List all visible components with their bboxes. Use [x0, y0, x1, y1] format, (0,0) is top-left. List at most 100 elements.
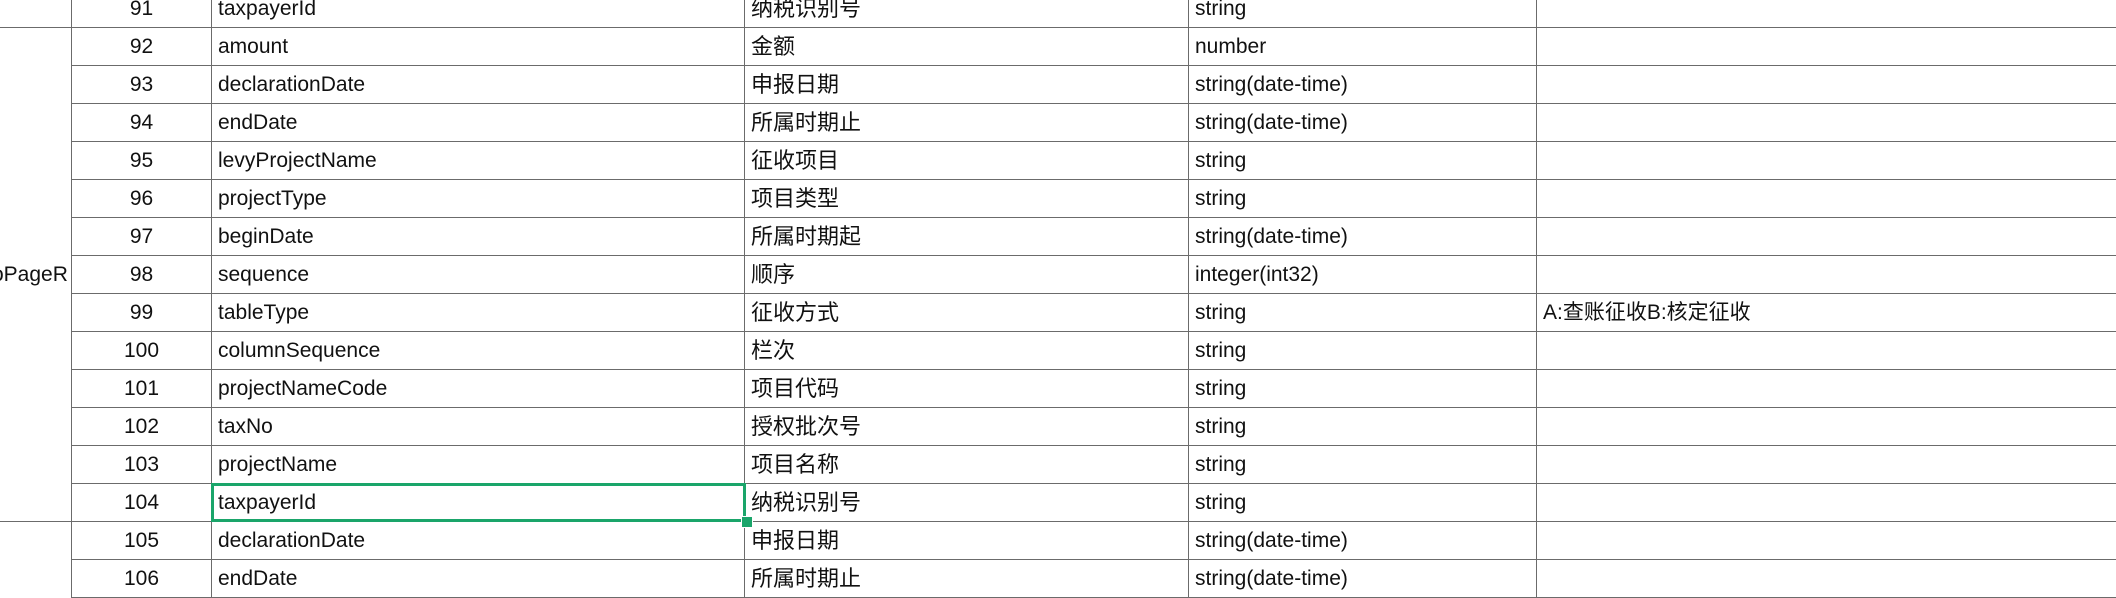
field-name-cell[interactable]: beginDate	[212, 218, 745, 256]
note-cell[interactable]	[1537, 218, 2116, 256]
row-number-cell[interactable]: 97	[72, 218, 212, 256]
row-number-cell[interactable]: 100	[72, 332, 212, 370]
note-cell[interactable]	[1537, 522, 2116, 560]
row-number-cell[interactable]: 104	[72, 484, 212, 522]
type-cell[interactable]: string	[1189, 370, 1537, 408]
row-number-cell[interactable]: 96	[72, 180, 212, 218]
note-cell[interactable]	[1537, 332, 2116, 370]
description-cell[interactable]: 项目类型	[745, 180, 1189, 218]
group-cell[interactable]	[0, 560, 72, 598]
row-number-cell[interactable]: 92	[72, 28, 212, 66]
description-cell[interactable]: 征收方式	[745, 294, 1189, 332]
field-name-cell[interactable]: endDate	[212, 560, 745, 598]
row-number-cell[interactable]: 99	[72, 294, 212, 332]
table-row: 101 projectNameCode 项目代码 string	[0, 370, 2116, 408]
type-cell[interactable]: number	[1189, 28, 1537, 66]
description-cell[interactable]: 纳税识别号	[745, 484, 1189, 522]
type-cell[interactable]: string(date-time)	[1189, 522, 1537, 560]
type-cell[interactable]: string	[1189, 484, 1537, 522]
row-number-cell[interactable]: 94	[72, 104, 212, 142]
table-row: 97 beginDate 所属时期起 string(date-time)	[0, 218, 2116, 256]
field-name-cell[interactable]: tableType	[212, 294, 745, 332]
field-name-cell[interactable]: projectNameCode	[212, 370, 745, 408]
row-number-cell[interactable]: 103	[72, 446, 212, 484]
type-cell[interactable]: integer(int32)	[1189, 256, 1537, 294]
group-label-text: oPageR	[0, 263, 68, 286]
note-cell[interactable]	[1537, 0, 2116, 28]
type-cell[interactable]: string(date-time)	[1189, 104, 1537, 142]
note-cell[interactable]	[1537, 560, 2116, 598]
type-cell[interactable]: string	[1189, 408, 1537, 446]
description-cell[interactable]: 纳税识别号	[745, 0, 1189, 28]
description-cell[interactable]: 所属时期止	[745, 104, 1189, 142]
note-cell[interactable]	[1537, 408, 2116, 446]
row-number-cell[interactable]: 101	[72, 370, 212, 408]
group-divider	[0, 521, 72, 522]
note-cell[interactable]	[1537, 28, 2116, 66]
field-name-cell[interactable]: taxpayerId	[212, 0, 745, 28]
table-row: 106 endDate 所属时期止 string(date-time)	[0, 560, 2116, 598]
description-cell[interactable]: 授权批次号	[745, 408, 1189, 446]
note-cell[interactable]: A:查账征收B:核定征收	[1537, 294, 2116, 332]
field-name-cell[interactable]: declarationDate	[212, 66, 745, 104]
type-cell[interactable]: string(date-time)	[1189, 560, 1537, 598]
field-name-cell[interactable]: columnSequence	[212, 332, 745, 370]
description-cell[interactable]: 所属时期止	[745, 560, 1189, 598]
note-cell[interactable]	[1537, 370, 2116, 408]
note-cell[interactable]	[1537, 256, 2116, 294]
description-cell[interactable]: 申报日期	[745, 66, 1189, 104]
group-cell[interactable]	[0, 0, 72, 28]
merged-group-cell[interactable]: oPageR	[0, 28, 72, 522]
field-name-cell[interactable]: endDate	[212, 104, 745, 142]
field-name-cell[interactable]: amount	[212, 28, 745, 66]
description-cell[interactable]: 金额	[745, 28, 1189, 66]
field-name-cell[interactable]: taxNo	[212, 408, 745, 446]
table-row: 95 levyProjectName 征收项目 string	[0, 142, 2116, 180]
table-row: 94 endDate 所属时期止 string(date-time)	[0, 104, 2116, 142]
description-cell[interactable]: 征收项目	[745, 142, 1189, 180]
row-number-cell[interactable]: 106	[72, 560, 212, 598]
group-cell[interactable]	[0, 522, 72, 560]
table-row: 96 projectType 项目类型 string	[0, 180, 2116, 218]
field-name-cell[interactable]: declarationDate	[212, 522, 745, 560]
description-cell[interactable]: 顺序	[745, 256, 1189, 294]
type-cell[interactable]: string	[1189, 294, 1537, 332]
note-cell[interactable]	[1537, 446, 2116, 484]
field-name-cell[interactable]: projectType	[212, 180, 745, 218]
type-cell[interactable]: string(date-time)	[1189, 218, 1537, 256]
type-cell[interactable]: string(date-time)	[1189, 66, 1537, 104]
row-number-cell[interactable]: 98	[72, 256, 212, 294]
description-cell[interactable]: 项目名称	[745, 446, 1189, 484]
description-cell[interactable]: 项目代码	[745, 370, 1189, 408]
note-cell[interactable]	[1537, 104, 2116, 142]
note-cell[interactable]	[1537, 484, 2116, 522]
description-cell[interactable]: 栏次	[745, 332, 1189, 370]
field-name-cell[interactable]: taxpayerId	[212, 484, 745, 522]
type-cell[interactable]: string	[1189, 332, 1537, 370]
table-row: 103 projectName 项目名称 string	[0, 446, 2116, 484]
table-row: 92 amount 金额 number	[0, 28, 2116, 66]
table-row: 99 tableType 征收方式 string A:查账征收B:核定征收	[0, 294, 2116, 332]
type-cell[interactable]: string	[1189, 142, 1537, 180]
description-cell[interactable]: 所属时期起	[745, 218, 1189, 256]
fill-handle[interactable]	[741, 516, 753, 528]
row-number-cell[interactable]: 95	[72, 142, 212, 180]
field-name-cell[interactable]: levyProjectName	[212, 142, 745, 180]
table-row: 104 taxpayerId 纳税识别号 string	[0, 484, 2116, 522]
field-name-cell[interactable]: projectName	[212, 446, 745, 484]
type-cell[interactable]: string	[1189, 446, 1537, 484]
row-number-cell[interactable]: 91	[72, 0, 212, 28]
note-cell[interactable]	[1537, 142, 2116, 180]
note-cell[interactable]	[1537, 180, 2116, 218]
type-cell[interactable]: string	[1189, 0, 1537, 28]
row-number-cell[interactable]: 93	[72, 66, 212, 104]
table-row: 102 taxNo 授权批次号 string	[0, 408, 2116, 446]
table-row: 100 columnSequence 栏次 string	[0, 332, 2116, 370]
type-cell[interactable]: string	[1189, 180, 1537, 218]
table-row: 93 declarationDate 申报日期 string(date-time)	[0, 66, 2116, 104]
description-cell[interactable]: 申报日期	[745, 522, 1189, 560]
note-cell[interactable]	[1537, 66, 2116, 104]
row-number-cell[interactable]: 105	[72, 522, 212, 560]
field-name-cell[interactable]: sequence	[212, 256, 745, 294]
row-number-cell[interactable]: 102	[72, 408, 212, 446]
